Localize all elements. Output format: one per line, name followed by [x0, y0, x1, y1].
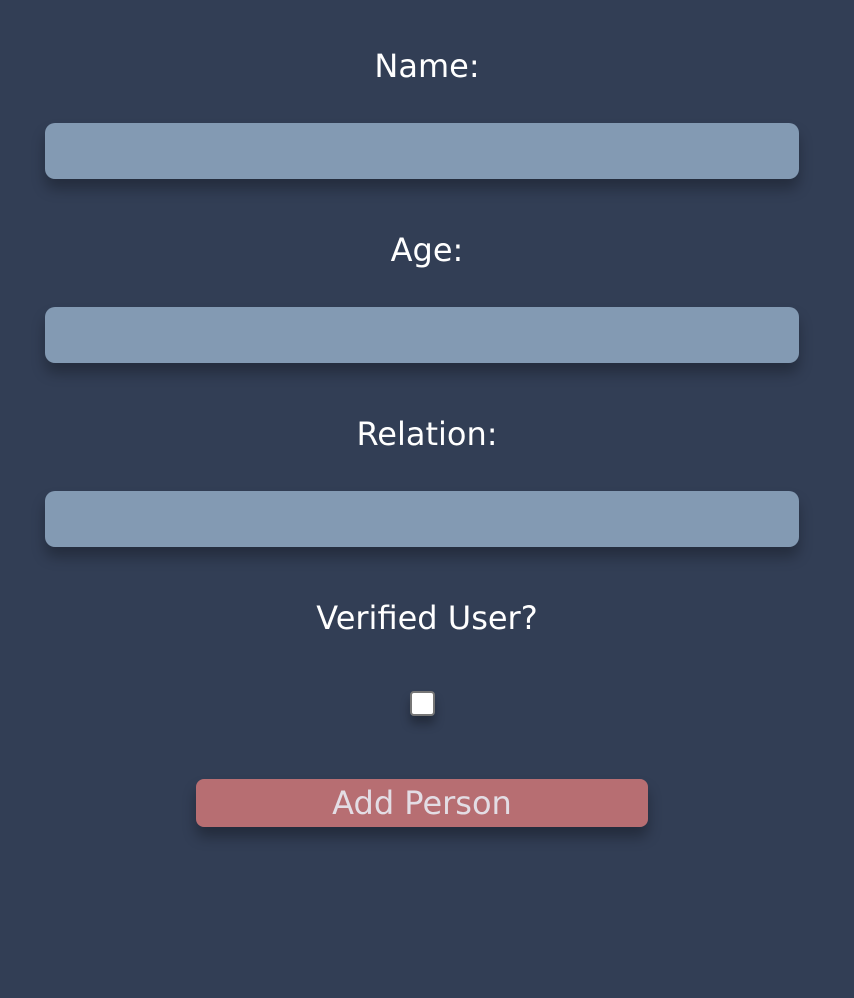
relation-label: Relation: — [356, 415, 498, 453]
add-person-form: Name: Age: Relation: Verified User? Add … — [0, 0, 854, 998]
add-person-button[interactable]: Add Person — [196, 779, 648, 827]
verified-user-checkbox-wrapper — [410, 691, 435, 716]
name-input[interactable] — [45, 123, 799, 179]
verified-user-checkbox[interactable] — [410, 691, 435, 716]
name-label: Name: — [374, 47, 480, 85]
age-input[interactable] — [45, 307, 799, 363]
verified-user-label: Verified User? — [316, 599, 538, 637]
age-label: Age: — [390, 231, 464, 269]
relation-input[interactable] — [45, 491, 799, 547]
